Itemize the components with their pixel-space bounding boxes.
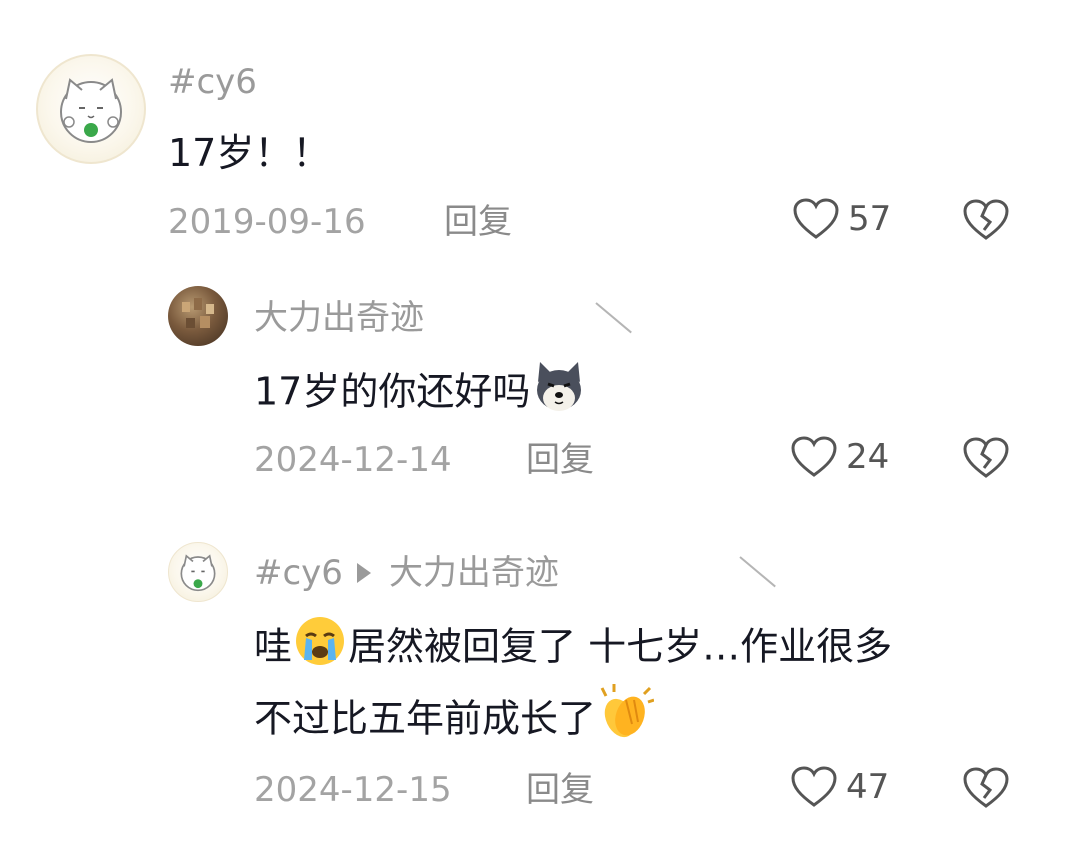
reply-button[interactable]: 回复 <box>526 770 594 810</box>
reply-arrow-icon <box>356 563 371 583</box>
heart-icon <box>791 436 837 477</box>
cat-avatar[interactable] <box>168 542 228 602</box>
photo-avatar-icon <box>182 298 214 328</box>
cat-avatar-icon <box>60 78 122 143</box>
divider-slash <box>595 302 632 334</box>
dislike-button[interactable] <box>962 436 1010 484</box>
broken-heart-icon <box>963 767 1009 808</box>
comment-date: 2024-12-14 <box>254 440 452 480</box>
comment-text-b: 居然被回复了 十七岁…作业很多 <box>348 624 893 669</box>
username[interactable]: #cy6 <box>254 553 343 593</box>
crying-face-emoji <box>292 614 348 684</box>
comment-text: 17岁！！ <box>168 131 331 175</box>
comment-text-line-2: 不过比五年前成长了 <box>254 684 655 758</box>
comment-date: 2019-09-16 <box>168 202 366 242</box>
comment-date: 2024-12-15 <box>254 770 452 810</box>
broken-heart-icon <box>963 437 1009 478</box>
reply-to-username[interactable]: 大力出奇迹 <box>389 553 559 593</box>
username[interactable]: #cy6 <box>168 62 257 102</box>
like-count: 47 <box>846 767 890 807</box>
like-count: 24 <box>846 437 890 477</box>
cat-avatar-icon <box>180 554 216 592</box>
divider-slash <box>739 556 776 588</box>
dislike-button[interactable] <box>962 198 1010 246</box>
username-line: #cy6 大力出奇迹 <box>254 553 559 593</box>
like-button[interactable]: 47 <box>790 765 889 809</box>
cat-avatar[interactable] <box>36 54 146 164</box>
dog-emoji <box>530 358 588 430</box>
clapping-hands-emoji <box>596 684 655 758</box>
reply-button[interactable]: 回复 <box>444 202 512 242</box>
comment-text: 17岁的你还好吗 <box>254 358 588 430</box>
like-button[interactable]: 57 <box>792 197 891 241</box>
dislike-button[interactable] <box>962 766 1010 814</box>
broken-heart-icon <box>963 199 1009 240</box>
comment-text-c: 不过比五年前成长了 <box>254 696 597 741</box>
like-button[interactable]: 24 <box>790 435 889 479</box>
comment-text-content: 17岁的你还好吗 <box>254 369 531 414</box>
reply-button[interactable]: 回复 <box>526 440 594 480</box>
comment-text-a: 哇 <box>254 624 293 669</box>
heart-icon <box>793 198 839 239</box>
photo-avatar[interactable] <box>168 286 228 346</box>
heart-icon <box>791 766 837 807</box>
comment-text-line-1: 哇 居然被回复了 十七岁…作业很多 <box>254 614 892 684</box>
username[interactable]: 大力出奇迹 <box>254 298 424 338</box>
like-count: 57 <box>848 199 892 239</box>
